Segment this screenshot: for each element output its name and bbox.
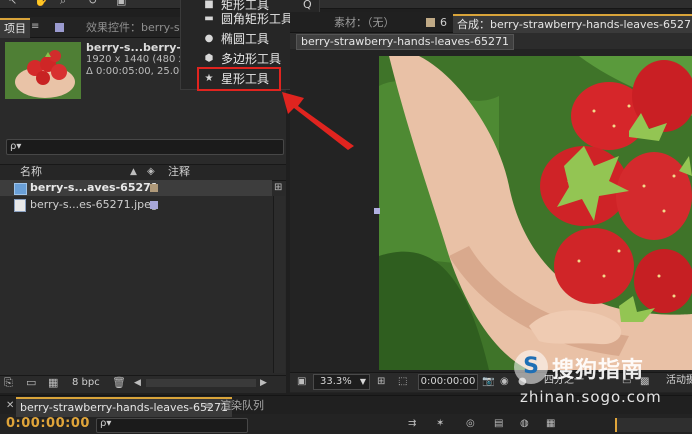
project-horizontal-scrollbar[interactable] bbox=[146, 379, 256, 387]
viewer-timecode[interactable]: 0:00:00:00 bbox=[418, 374, 478, 390]
annotation-arrow bbox=[282, 92, 354, 150]
tab-timeline-composition-label: berry-strawberry-hands-leaves-65271 bbox=[20, 401, 228, 414]
timeline-timecode[interactable]: 0:00:00:00 bbox=[6, 416, 90, 431]
polygon-icon: ⬢ bbox=[204, 53, 214, 64]
tab-project-label: 项目 bbox=[4, 22, 26, 35]
sogou-logo-icon: S bbox=[514, 350, 548, 384]
motion-blur-icon[interactable]: ◍ bbox=[520, 417, 529, 431]
label-color-swatch bbox=[150, 184, 158, 192]
trash-icon[interactable]: 🗑 bbox=[112, 376, 126, 390]
tab-timeline-composition[interactable]: berry-strawberry-hands-leaves-65271 bbox=[16, 397, 232, 417]
zoom-dropdown[interactable]: 33.3% ▼ bbox=[313, 374, 370, 390]
panel-menu-icon[interactable]: ≡ bbox=[204, 400, 212, 414]
project-search-input[interactable]: ρ▾ bbox=[6, 139, 284, 155]
arrow-tool-icon[interactable]: ↖ bbox=[8, 0, 17, 8]
project-item-duration: Δ 0:00:05:00, 25.00 bbox=[86, 66, 186, 77]
tab-effect-controls-label: 效果控件：berry-str bbox=[86, 21, 189, 34]
grid-icon[interactable]: ⊞ bbox=[377, 375, 385, 389]
tab-composition-label: 合成：berry-strawberry-hands-leaves-65271 bbox=[457, 18, 692, 31]
project-vertical-scrollbar[interactable] bbox=[273, 196, 285, 373]
column-name-header[interactable]: 名称 bbox=[20, 164, 42, 179]
bpc-label[interactable]: 8 bpc bbox=[72, 376, 100, 390]
always-preview-icon[interactable]: ▣ bbox=[297, 375, 306, 389]
scroll-right-icon[interactable]: ▶ bbox=[260, 376, 267, 390]
composition-icon bbox=[14, 183, 27, 195]
project-list-item-name: berry-s...aves-65271 bbox=[30, 181, 159, 194]
tab-project[interactable]: 项目 bbox=[0, 18, 30, 38]
camera-tool-icon[interactable]: ▣ bbox=[116, 0, 126, 8]
comp-mini-flowchart-icon[interactable]: ⇉ bbox=[408, 417, 416, 431]
zoom-tool-icon[interactable]: ⌕ bbox=[60, 0, 66, 8]
timeline-search-input[interactable]: ρ▾ bbox=[96, 418, 248, 433]
watermark-brand: 搜狗指南 bbox=[552, 358, 645, 383]
effects-tab-color-icon bbox=[55, 23, 64, 32]
flowchart-icon[interactable]: ⊞ bbox=[274, 181, 282, 195]
frame-blending-icon[interactable]: ▤ bbox=[494, 417, 503, 431]
graph-editor-icon[interactable]: ▦ bbox=[546, 417, 555, 431]
interpret-footage-icon[interactable]: ⎘ bbox=[4, 376, 13, 390]
snapshot-icon[interactable]: 📷 bbox=[482, 375, 494, 389]
chevron-down-icon: ▼ bbox=[359, 377, 366, 386]
project-column-header bbox=[0, 164, 286, 181]
rotate-tool-icon[interactable]: ↻ bbox=[88, 0, 97, 8]
label-tag-icon: ◈ bbox=[147, 166, 155, 177]
search-icon: ρ▾ bbox=[10, 141, 22, 152]
lock-label[interactable]: 6 bbox=[440, 14, 447, 32]
ellipse-icon: ● bbox=[204, 33, 214, 44]
scroll-left-icon[interactable]: ◀ bbox=[134, 376, 141, 390]
zoom-value: 33.3% bbox=[320, 376, 352, 387]
viewer-timecode-value: 0:00:00:00 bbox=[420, 376, 476, 387]
timeline-ruler[interactable] bbox=[615, 418, 692, 432]
tab-composition[interactable]: 合成：berry-strawberry-hands-leaves-65271 bbox=[453, 14, 692, 34]
shy-layers-icon[interactable]: ◎ bbox=[466, 417, 475, 431]
column-note-header[interactable]: 注释 bbox=[168, 164, 190, 179]
search-icon: ρ▾ bbox=[100, 418, 112, 429]
composition-canvas[interactable] bbox=[379, 56, 692, 370]
watermark-url: zhinan.sogo.com bbox=[520, 388, 662, 406]
new-composition-icon[interactable]: ▦ bbox=[48, 376, 58, 390]
highlight-box bbox=[197, 67, 281, 91]
comp-breadcrumb-label: berry-strawberry-hands-leaves-65271 bbox=[301, 35, 509, 48]
project-item-size: 1920 x 1440 (480 x bbox=[86, 54, 185, 65]
project-list-item-name[interactable]: berry-s...es-65271.jpeg bbox=[30, 197, 158, 213]
comp-breadcrumb[interactable]: berry-strawberry-hands-leaves-65271 bbox=[296, 34, 514, 50]
camera-dropdown[interactable]: 活动摄 bbox=[660, 374, 692, 388]
camera-value: 活动摄 bbox=[666, 375, 692, 386]
label-color-swatch bbox=[150, 201, 158, 209]
tab-effect-controls[interactable]: 效果控件：berry-str bbox=[86, 19, 188, 37]
tab-render-queue[interactable]: 渲染队列 bbox=[220, 397, 264, 415]
project-thumbnail bbox=[5, 42, 81, 99]
tools-toolbar bbox=[0, 0, 692, 9]
tab-footage[interactable]: 素材：（无） bbox=[334, 14, 395, 32]
draft-3d-icon[interactable]: ✶ bbox=[436, 417, 444, 431]
show-snapshot-icon[interactable]: ◉ bbox=[500, 375, 509, 389]
lock-tab-color-icon bbox=[426, 18, 435, 27]
rounded-rect-icon: ▬ bbox=[204, 13, 214, 24]
tab-footage-label: 素材：（无） bbox=[334, 16, 395, 29]
anchor-handle[interactable] bbox=[374, 208, 380, 214]
sort-up-icon: ▲ bbox=[130, 167, 137, 177]
hand-tool-icon[interactable]: ✋ bbox=[34, 0, 48, 8]
tab-render-queue-label: 渲染队列 bbox=[220, 399, 264, 412]
region-of-interest-icon[interactable]: ⬚ bbox=[398, 375, 407, 389]
close-icon[interactable]: ✕ bbox=[6, 399, 14, 413]
footage-icon bbox=[14, 199, 26, 212]
panel-menu-icon[interactable]: ≡ bbox=[31, 20, 39, 34]
new-folder-icon[interactable]: ▭ bbox=[26, 376, 36, 390]
